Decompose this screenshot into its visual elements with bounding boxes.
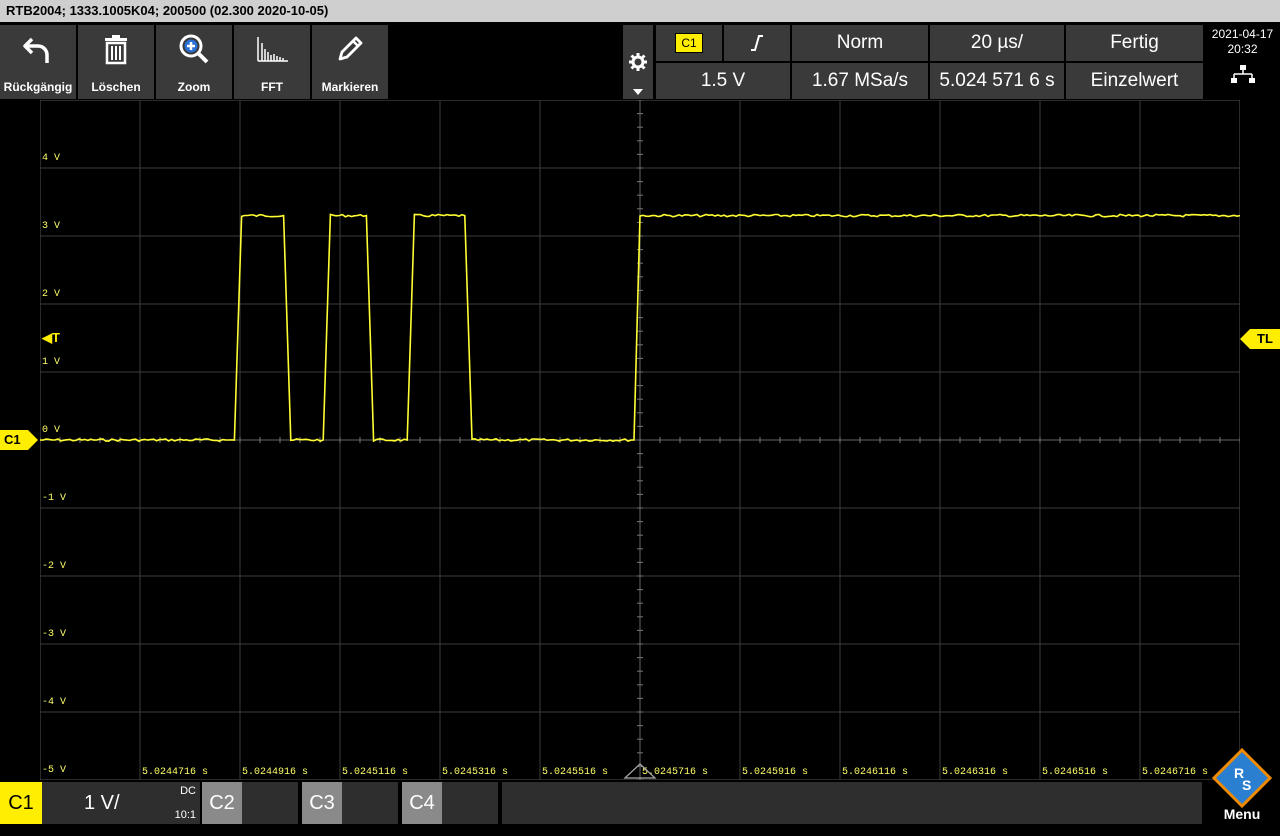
rohde-schwarz-logo-icon: R S <box>1212 748 1272 808</box>
fft-spectrum-icon <box>257 37 288 62</box>
c4-scale-box[interactable] <box>442 782 498 824</box>
fft-label: FFT <box>261 80 283 94</box>
c3-scale-box[interactable] <box>342 782 398 824</box>
y-tick-label: 0 V <box>42 425 60 436</box>
y-tick-label: 3 V <box>42 221 60 232</box>
y-tick-label: -2 V <box>42 561 66 572</box>
zoom-button[interactable]: Zoom <box>156 25 234 99</box>
trigger-level-marker-label: TL <box>1257 331 1273 346</box>
mark-label: Markieren <box>321 80 379 94</box>
c1-offset-marker[interactable]: C1 <box>0 430 28 450</box>
c1-probe-ratio: 10:1 <box>174 809 196 821</box>
zoom-label: Zoom <box>177 80 211 94</box>
y-tick-label: -5 V <box>42 765 66 776</box>
acquisition-status-cell[interactable]: Fertig <box>1066 25 1203 61</box>
delete-label: Löschen <box>91 80 141 94</box>
dropdown-arrow-icon <box>633 89 643 95</box>
trigger-level-marker[interactable]: TL <box>1250 329 1280 349</box>
menu-label: Menu <box>1223 806 1261 822</box>
waveform-display[interactable]: 4 V 3 V 2 V 1 V 0 V -1 V -2 V -3 V -4 V -5 V 5.02… <box>40 100 1240 780</box>
trash-icon <box>105 35 127 65</box>
zoom-in-icon <box>179 34 209 64</box>
y-tick-label: -4 V <box>42 697 66 708</box>
svg-text:S: S <box>1242 777 1251 793</box>
undo-button[interactable]: Rückgängig <box>0 25 78 99</box>
timebase-scale-cell[interactable]: 20 µs/ <box>930 25 1064 61</box>
c1-offset-arrow-icon <box>28 430 38 450</box>
delete-button[interactable]: Löschen <box>78 25 156 99</box>
time-position-cell[interactable]: 5.024 571 6 s <box>930 63 1064 99</box>
undo-icon <box>23 37 49 63</box>
mark-button[interactable]: Markieren <box>312 25 390 99</box>
window-title: RTB2004; 1333.1005K04; 200500 (02.300 20… <box>0 0 1280 22</box>
x-tick-label: 5.0245116 s <box>342 767 408 778</box>
datetime-display: 2021-04-17 20:32 <box>1205 25 1280 99</box>
date-text: 2021-04-17 <box>1211 27 1274 41</box>
acquisition-mode-cell[interactable]: Einzelwert <box>1066 63 1203 99</box>
x-tick-label: 5.0245316 s <box>442 767 508 778</box>
trigger-level-cell[interactable]: 1.5 V <box>656 63 790 99</box>
fft-button[interactable]: FFT <box>234 25 312 99</box>
y-tick-label: -1 V <box>42 493 66 504</box>
settings-button[interactable] <box>623 25 653 99</box>
rising-edge-icon <box>751 34 763 51</box>
time-text: 20:32 <box>1227 42 1258 56</box>
c3-channel-button[interactable]: C3 <box>302 782 342 824</box>
x-tick-label: 5.0246116 s <box>842 767 908 778</box>
x-tick-label: 5.0246716 s <box>1142 767 1208 778</box>
trigger-source: C1 <box>675 32 703 53</box>
x-tick-label: 5.0244916 s <box>242 767 308 778</box>
c1-offset-label: C1 <box>4 432 21 447</box>
c1-channel-button[interactable]: C1 <box>0 782 42 824</box>
c1-scale: 1 V/ <box>84 792 120 814</box>
x-axis-labels: 5.0244716 s 5.0244916 s 5.0245116 s 5.02453… <box>142 767 1208 778</box>
trigger-level-arrow-icon <box>1240 329 1250 349</box>
trigger-mode-cell[interactable]: Norm <box>792 25 928 61</box>
menu-button[interactable]: R S Menu <box>1204 746 1280 824</box>
undo-label: Rückgängig <box>3 80 73 94</box>
x-tick-label: 5.0244716 s <box>142 767 208 778</box>
x-tick-label: 5.0245916 s <box>742 767 808 778</box>
x-tick-label: 5.0245716 s <box>642 767 708 778</box>
pencil-icon <box>338 36 363 61</box>
y-tick-label: 2 V <box>42 289 60 300</box>
trigger-source-cell[interactable]: C1 <box>656 25 722 61</box>
c1-scale-box[interactable]: 1 V/ DC 10:1 <box>42 782 200 824</box>
y-tick-label: 1 V <box>42 357 60 368</box>
x-tick-label: 5.0245516 s <box>542 767 608 778</box>
c2-scale-box[interactable] <box>242 782 298 824</box>
network-icon <box>1230 65 1255 83</box>
y-tick-label: -3 V <box>42 629 66 640</box>
c4-channel-button[interactable]: C4 <box>402 782 442 824</box>
empty-bar-area <box>502 782 1202 824</box>
gear-icon <box>629 53 647 71</box>
x-tick-label: 5.0246516 s <box>1042 767 1108 778</box>
y-tick-label: 4 V <box>42 153 60 164</box>
trigger-slope-cell[interactable] <box>724 25 790 61</box>
c2-channel-button[interactable]: C2 <box>202 782 242 824</box>
x-tick-label: 5.0246316 s <box>942 767 1008 778</box>
sample-rate-cell[interactable]: 1.67 MSa/s <box>792 63 928 99</box>
trigger-level-tag: ◀T <box>42 330 60 345</box>
